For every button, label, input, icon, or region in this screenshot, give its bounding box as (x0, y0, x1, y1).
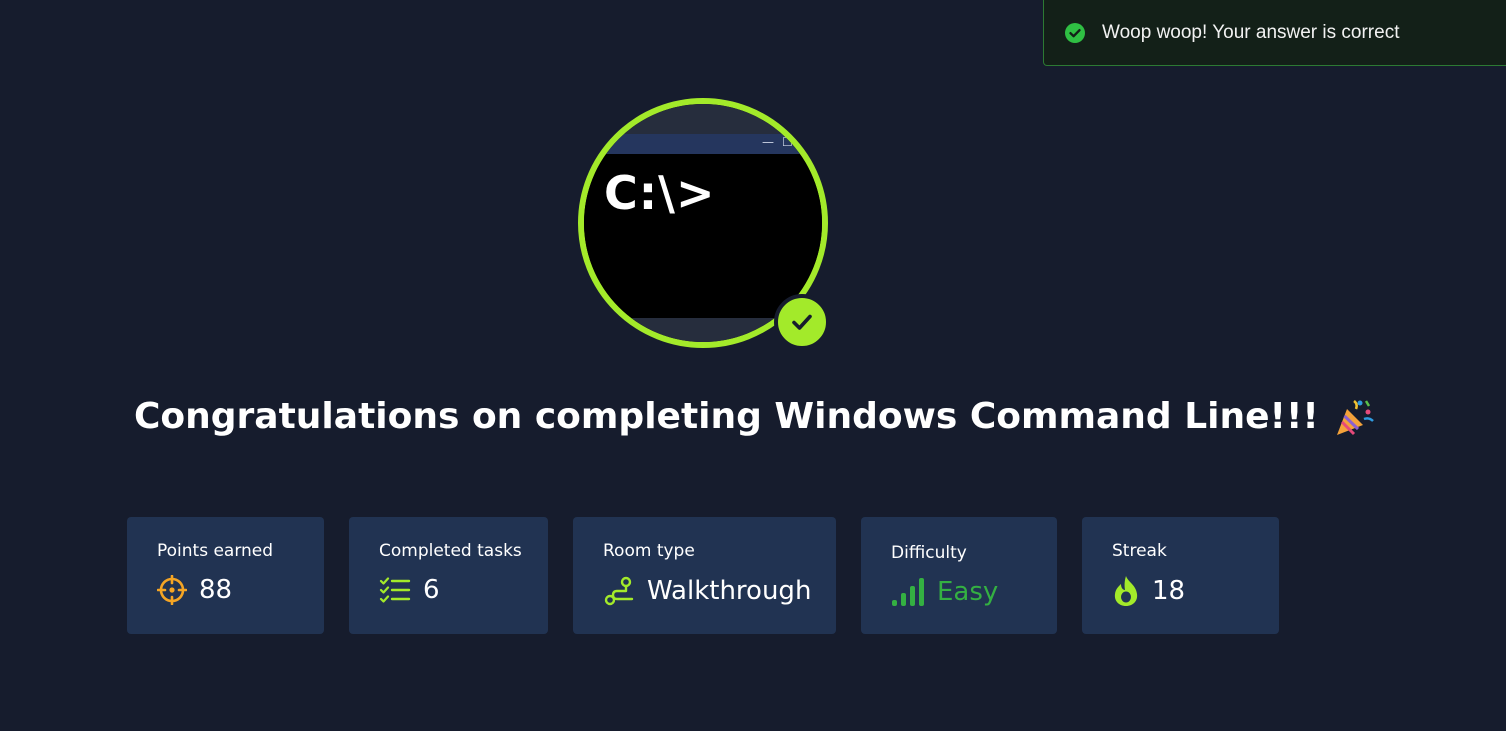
stat-value: 18 (1152, 576, 1186, 606)
stat-value: 88 (199, 575, 233, 605)
room-badge: — ☐ C:\> (578, 98, 830, 350)
room-complete-page: Woop woop! Your answer is correct — ☐ C:… (0, 0, 1506, 731)
party-popper-icon (1333, 397, 1375, 437)
stat-value: Walkthrough (647, 576, 812, 606)
check-circle-icon (1064, 22, 1086, 44)
stat-value: 6 (423, 575, 440, 605)
stat-value: Easy (937, 577, 999, 607)
stat-card-points: Points earned 88 (127, 517, 324, 634)
signal-bars-icon (891, 577, 925, 607)
check-icon (774, 294, 830, 350)
flame-icon (1112, 575, 1140, 607)
success-toast[interactable]: Woop woop! Your answer is correct (1043, 0, 1506, 66)
checklist-icon (379, 576, 411, 604)
stat-card-room-type: Room type Walkthrough (573, 517, 836, 634)
route-icon (603, 575, 635, 607)
badge-prompt-text: C:\> (604, 166, 716, 220)
completion-heading-text: Congratulations on completing Windows Co… (134, 396, 1319, 437)
completion-heading: Congratulations on completing Windows Co… (134, 396, 1375, 437)
stat-card-difficulty: Difficulty Easy (861, 517, 1057, 634)
stat-label: Completed tasks (379, 541, 522, 561)
stat-label: Streak (1112, 541, 1167, 561)
stat-label: Points earned (157, 541, 274, 561)
stat-card-tasks: Completed tasks 6 (349, 517, 548, 634)
toast-message: Woop woop! Your answer is correct (1102, 21, 1400, 43)
stat-card-streak: Streak 18 (1082, 517, 1279, 634)
stat-label: Difficulty (891, 543, 967, 563)
stat-label: Room type (603, 541, 695, 561)
crosshair-icon (157, 575, 187, 605)
